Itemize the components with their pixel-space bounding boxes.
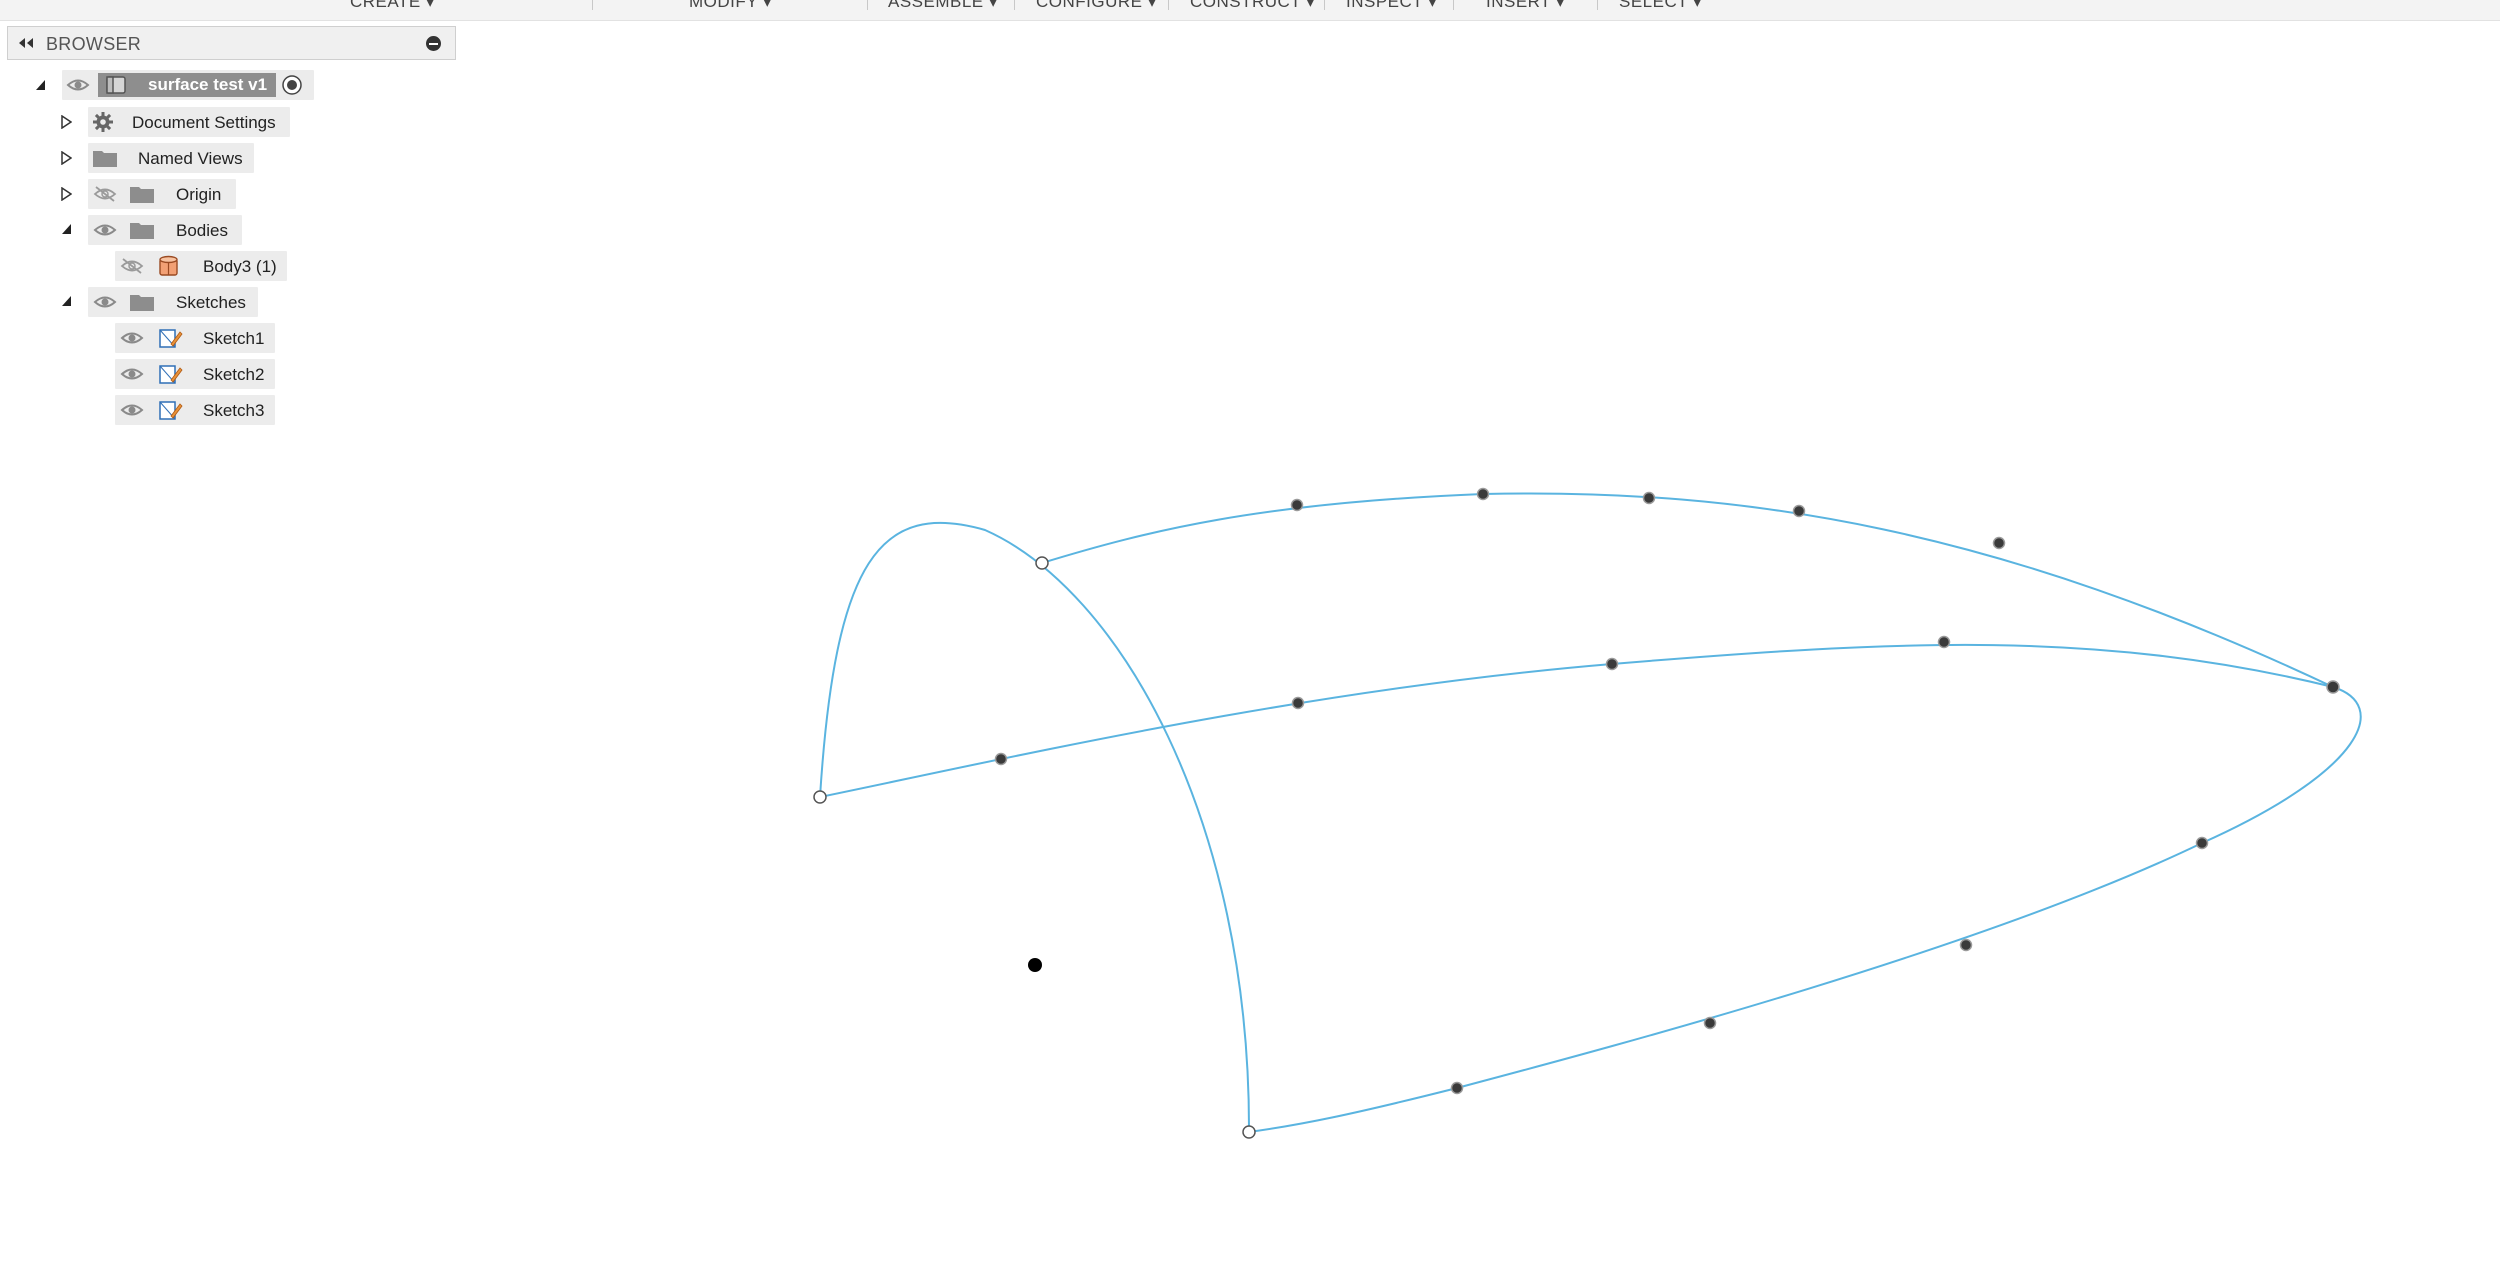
collapse-icon[interactable] xyxy=(60,294,72,308)
browser-item-label: Named Views xyxy=(138,149,243,168)
fit-point[interactable] xyxy=(1792,504,1806,518)
viewport-canvas[interactable] xyxy=(0,0,2500,1261)
body-icon xyxy=(159,255,178,276)
sketch-point[interactable] xyxy=(1028,958,1042,972)
sketch-endpoint[interactable] xyxy=(813,790,827,804)
fit-point[interactable] xyxy=(1476,487,1490,501)
sketch-endpoint[interactable] xyxy=(1242,1125,1256,1139)
root-component-label: surface test v1 xyxy=(148,75,268,94)
browser-item-label: Origin xyxy=(176,185,222,204)
eye-icon[interactable] xyxy=(120,330,144,346)
fit-point[interactable] xyxy=(1290,498,1304,512)
sketch-endpoint[interactable] xyxy=(1035,556,1049,570)
fit-point[interactable] xyxy=(1703,1016,1717,1030)
browser-item-label: Sketch3 xyxy=(203,401,265,420)
sketch-icon xyxy=(159,401,183,420)
eye-icon[interactable] xyxy=(66,77,90,93)
browser-title: BROWSER xyxy=(46,34,142,54)
fit-point[interactable] xyxy=(1959,938,1973,952)
fit-point[interactable] xyxy=(2195,836,2209,850)
browser-item-label: Sketches xyxy=(176,293,246,312)
fit-point[interactable] xyxy=(1291,696,1305,710)
expand-icon[interactable] xyxy=(60,115,72,129)
sketch-icon xyxy=(159,365,183,384)
minimize-icon[interactable] xyxy=(426,36,441,51)
eye-icon[interactable] xyxy=(93,294,117,310)
collapse-panel-icon[interactable] xyxy=(16,36,36,50)
sketch-icon xyxy=(159,329,183,348)
fit-point[interactable] xyxy=(1605,657,1619,671)
browser-item-label: Body3 (1) xyxy=(203,257,277,276)
browser-item-label: Sketch2 xyxy=(203,365,265,384)
collapse-icon[interactable] xyxy=(60,222,72,236)
expand-root-icon[interactable] xyxy=(34,78,46,92)
browser-item-label: Bodies xyxy=(176,221,228,240)
sketch-curve-middle[interactable] xyxy=(819,643,2334,798)
browser-item-label: Document Settings xyxy=(132,113,276,132)
browser-item-label: Sketch1 xyxy=(203,329,265,348)
sketch-curve-lower[interactable] xyxy=(1248,686,2362,1133)
sketch-curve-arc[interactable] xyxy=(819,521,1251,1133)
folder-icon xyxy=(130,295,154,311)
fit-point[interactable] xyxy=(994,752,1008,766)
expand-icon[interactable] xyxy=(60,187,72,201)
gear-icon xyxy=(93,112,113,132)
eye-icon[interactable] xyxy=(120,402,144,418)
eye-hidden-icon[interactable] xyxy=(93,186,117,202)
fit-point[interactable] xyxy=(1992,536,2006,550)
folder-icon xyxy=(93,151,117,167)
fit-point[interactable] xyxy=(2326,680,2340,694)
fit-point[interactable] xyxy=(1450,1081,1464,1095)
eye-icon[interactable] xyxy=(120,366,144,382)
eye-hidden-icon[interactable] xyxy=(120,258,144,274)
eye-icon[interactable] xyxy=(93,222,117,238)
expand-icon[interactable] xyxy=(60,151,72,165)
fit-point[interactable] xyxy=(1937,635,1951,649)
radio-active-icon[interactable] xyxy=(281,74,303,96)
browser-header: BROWSER xyxy=(7,26,456,60)
folder-icon xyxy=(130,187,154,203)
folder-icon xyxy=(130,223,154,239)
fit-point[interactable] xyxy=(1642,491,1656,505)
component-icon xyxy=(106,76,126,94)
